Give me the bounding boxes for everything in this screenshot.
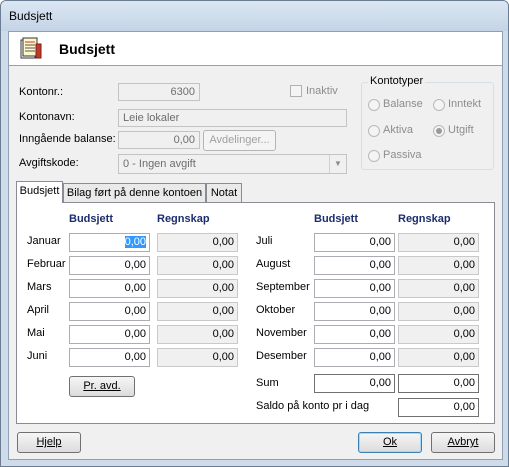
ledger-book-icon [20,37,42,59]
header: Budsjett [9,32,502,66]
kontonavn-label: Kontonavn: [19,111,75,123]
radio-aktiva-label: Aktiva [383,124,413,136]
regnskap-value-januar: 0,00 [157,233,238,252]
pr-avd-button[interactable]: Pr. avd. [69,376,135,397]
tab-notat[interactable]: Notat [206,183,242,203]
saldo-label: Saldo på konto pr i dag [256,400,370,412]
radio-inntekt-label: Inntekt [448,98,482,110]
right-col-regnskap-header: Regnskap [398,213,451,225]
month-label: August [256,258,291,270]
help-label: Hjelp [36,436,62,448]
regnskap-value-september: 0,00 [398,279,479,298]
inaktiv-checkbox[interactable] [290,85,302,97]
radio-passiva-label: Passiva [383,149,422,161]
dialog-window: Budsjett Budsjett Kontonr.: 6300 Inaktiv… [0,0,509,467]
budsjett-input-august[interactable]: 0,00 [314,256,395,275]
left-col-budsjett-header: Budsjett [69,213,113,225]
dialog-client: Budsjett Kontonr.: 6300 Inaktiv Kontonav… [8,31,503,460]
selected-text: 0,00 [124,236,146,248]
help-button[interactable]: Hjelp [17,432,81,453]
regnskap-value-oktober: 0,00 [398,302,479,321]
month-label: Juni [27,350,48,362]
kontonavn-field[interactable]: Leie lokaler [118,109,347,127]
inngaende-balanse-label: Inngående balanse: [19,133,116,145]
budsjett-input-mars[interactable]: 0,00 [69,279,150,298]
budsjett-input-januar[interactable]: 0,00 [69,233,150,252]
month-label: Juli [256,235,273,247]
kontonr-label: Kontonr.: [19,86,64,98]
sum-regnskap: 0,00 [398,374,479,393]
radio-balanse-label: Balanse [383,98,423,110]
window-title: Budsjett [9,9,53,23]
budsjett-input-februar[interactable]: 0,00 [69,256,150,275]
radio-passiva[interactable] [368,150,380,162]
budsjett-input-november[interactable]: 0,00 [314,325,395,344]
regnskap-value-juli: 0,00 [398,233,479,252]
budsjett-input-april[interactable]: 0,00 [69,302,150,321]
tab-budsjett[interactable]: Budsjett [16,181,63,203]
regnskap-value-mai: 0,00 [157,325,238,344]
regnskap-value-februar: 0,00 [157,256,238,275]
budsjett-input-juni[interactable]: 0,00 [69,348,150,367]
sum-label: Sum [256,377,279,389]
budsjett-input-desember[interactable]: 0,00 [314,348,395,367]
avdelinger-button[interactable]: Avdelinger... [203,130,276,151]
inngaende-balanse-field[interactable]: 0,00 [118,131,200,149]
title-bar: Budsjett [1,1,508,31]
regnskap-value-august: 0,00 [398,256,479,275]
header-title: Budsjett [59,41,115,57]
regnskap-value-desember: 0,00 [398,348,479,367]
budsjett-input-oktober[interactable]: 0,00 [314,302,395,321]
regnskap-value-november: 0,00 [398,325,479,344]
radio-utgift-label: Utgift [448,124,474,136]
saldo-value: 0,00 [398,398,479,417]
radio-balanse[interactable] [368,99,380,111]
month-label: April [27,304,50,316]
month-label: Februar [27,258,66,270]
month-label: Mars [27,281,52,293]
month-label: Oktober [256,304,296,316]
budsjett-panel: Budsjett Regnskap Budsjett Regnskap Janu… [16,202,495,424]
kontonr-field[interactable]: 6300 [118,83,200,101]
inaktiv-label: Inaktiv [306,85,338,97]
month-label: Januar [27,235,61,247]
ok-button[interactable]: Ok [358,432,422,453]
avgiftskode-value: 0 - Ingen avgift [123,158,196,170]
sum-budsjett: 0,00 [314,374,395,393]
regnskap-value-mars: 0,00 [157,279,238,298]
kontotyper-group: Kontotyper [361,75,494,170]
month-label: Mai [27,327,45,339]
radio-inntekt[interactable] [433,99,445,111]
regnskap-value-april: 0,00 [157,302,238,321]
month-label: September [256,281,310,293]
budsjett-input-september[interactable]: 0,00 [314,279,395,298]
chevron-down-icon[interactable]: ▼ [329,155,346,173]
left-col-regnskap-header: Regnskap [157,213,210,225]
cancel-label: Avbryt [447,436,479,448]
right-col-budsjett-header: Budsjett [314,213,358,225]
ok-label: Ok [382,436,398,448]
avgiftskode-select[interactable]: 0 - Ingen avgift ▼ [118,154,347,174]
radio-aktiva[interactable] [368,125,380,137]
radio-utgift[interactable] [433,125,445,137]
kontotyper-title: Kontotyper [368,75,426,87]
month-label: November [256,327,307,339]
cancel-button[interactable]: Avbryt [431,432,495,453]
month-label: Desember [256,350,307,362]
tab-bilag[interactable]: Bilag ført på denne kontoen [63,183,206,203]
budsjett-input-juli[interactable]: 0,00 [314,233,395,252]
budsjett-input-mai[interactable]: 0,00 [69,325,150,344]
regnskap-value-juni: 0,00 [157,348,238,367]
avgiftskode-label: Avgiftskode: [19,157,79,169]
pr-avd-label: Pr. avd. [83,380,121,392]
